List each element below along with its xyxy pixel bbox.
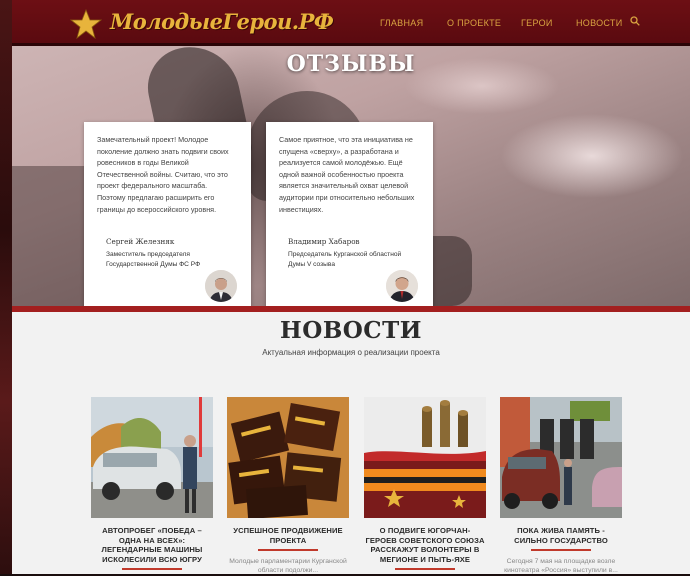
- news-headline[interactable]: Успешное продвижение проекта: [227, 526, 349, 545]
- news-divider: [122, 568, 182, 571]
- reviewer-avatar: [205, 270, 237, 302]
- nav-news-link[interactable]: Новости: [576, 18, 622, 28]
- news-headline[interactable]: Автопробег «Победа – одна на всех»: леге…: [91, 526, 213, 564]
- review-card: Самое приятное, что эта инициатива не сп…: [266, 122, 433, 306]
- news-headline[interactable]: О подвиге югорчан-Героев Советского Союз…: [364, 526, 486, 564]
- news-excerpt: Молодые парламентарии Курганской области…: [229, 558, 347, 575]
- nav-heroes-link[interactable]: Герои: [521, 18, 553, 28]
- news-thumbnail[interactable]: [227, 397, 349, 518]
- reviewer-avatar: [386, 270, 418, 302]
- reviewer-name: Владимир Хабаров: [288, 237, 360, 246]
- nav-about-link[interactable]: О проекте: [447, 18, 501, 28]
- nav-home-link[interactable]: Главная: [380, 18, 423, 28]
- reviewer-role: Заместитель председателя Государственной…: [106, 251, 201, 268]
- news-title: НОВОСТИ: [280, 317, 422, 344]
- star-logo-icon[interactable]: [70, 9, 102, 39]
- reviews-section: ОТЗЫВЫ Замечательный проект! Молодое пок…: [12, 46, 690, 306]
- background-photo-figure: [12, 166, 92, 306]
- news-card[interactable]: О подвиге югорчан-Героев Советского Союз…: [364, 397, 486, 576]
- news-subtitle: Актуальная информация о реализации проек…: [262, 348, 440, 357]
- reviewer-name: Сергей Железняк: [106, 237, 175, 246]
- review-text: Замечательный проект! Молодое поколение …: [97, 135, 229, 214]
- news-divider: [258, 549, 318, 552]
- review-text: Самое приятное, что эта инициатива не сп…: [279, 135, 415, 214]
- news-headline[interactable]: Пока жива память - сильно государство: [500, 526, 622, 545]
- news-thumbnail[interactable]: [91, 397, 213, 518]
- news-divider: [395, 568, 455, 571]
- search-icon[interactable]: [630, 16, 640, 26]
- news-thumbnail[interactable]: [364, 397, 486, 518]
- news-card[interactable]: Успешное продвижение проекта Молодые пар…: [227, 397, 349, 575]
- review-card: Замечательный проект! Молодое поколение …: [84, 122, 251, 306]
- page-side-background: [0, 0, 12, 574]
- news-excerpt: Сегодня 7 мая на площадке возле кинотеат…: [504, 558, 618, 575]
- reviewer-role: Председатель Курганской областной Думы V…: [288, 251, 402, 268]
- news-divider: [531, 549, 591, 552]
- news-thumbnail[interactable]: [500, 397, 622, 518]
- news-card[interactable]: Пока жива память - сильно государство Се…: [500, 397, 622, 575]
- news-section: НОВОСТИ Актуальная информация о реализац…: [12, 312, 690, 574]
- site-header: МолодыеГерои.РФ Главная О проекте Герои …: [12, 0, 690, 46]
- site-logo-text[interactable]: МолодыеГерои.РФ: [110, 9, 334, 34]
- news-card[interactable]: Автопробег «Победа – одна на всех»: леге…: [91, 397, 213, 576]
- reviews-title: ОТЗЫВЫ: [286, 51, 416, 77]
